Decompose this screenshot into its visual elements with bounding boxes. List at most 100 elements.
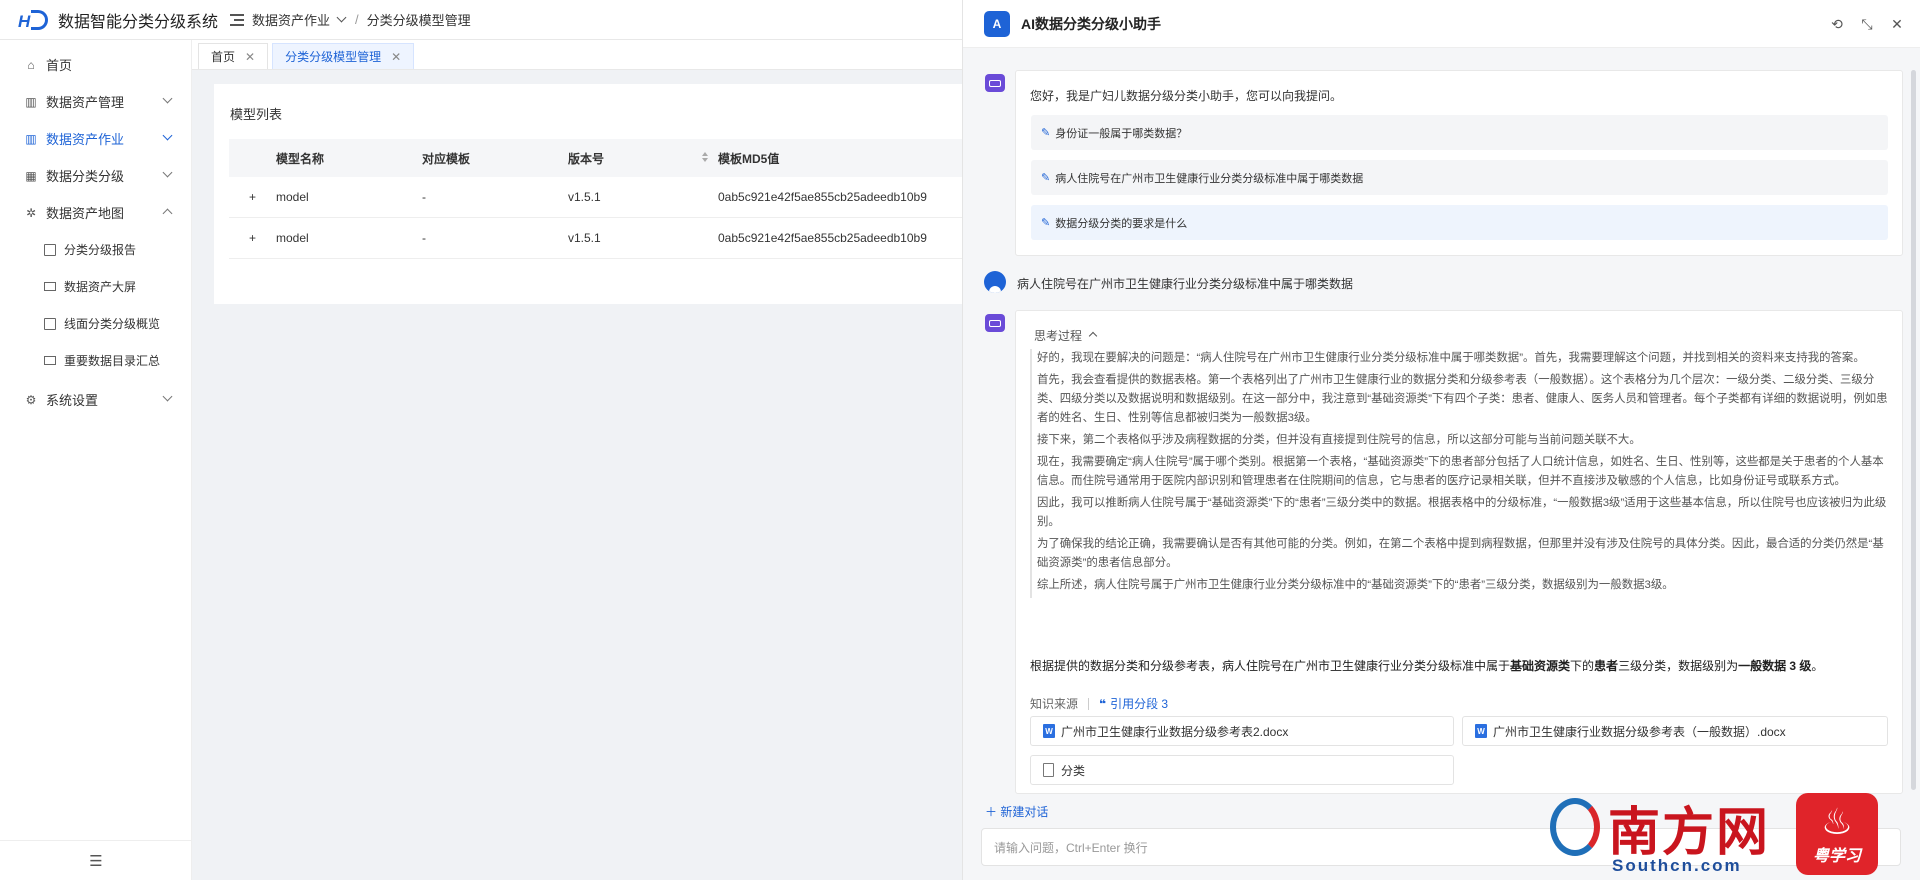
- table-row[interactable]: + model - v1.5.1 0ab5c921e42f5ae855cb25a…: [229, 177, 962, 218]
- monitor-icon: [44, 356, 56, 365]
- suggestion-text: 数据分级分类的要求是什么: [1055, 217, 1188, 230]
- suggestion-text: 病人住院号在广州市卫生健康行业分类分级标准中属于哪类数据: [1055, 172, 1364, 185]
- history-icon[interactable]: ⟲: [1827, 14, 1847, 34]
- bot-avatar-icon: [985, 314, 1005, 332]
- menu-fold-icon[interactable]: [230, 13, 244, 26]
- assistant-avatar: A: [984, 10, 1010, 37]
- gear-icon: ⚙: [25, 392, 37, 407]
- source-document[interactable]: W 广州市卫生健康行业数据分级参考表2.docx: [1030, 716, 1454, 746]
- expand-row-button[interactable]: +: [229, 190, 276, 204]
- source-document[interactable]: W 广州市卫生健康行业数据分级参考表（一般数据）.docx: [1462, 716, 1888, 746]
- sidebar-item-label: 数据分类分级: [46, 169, 125, 184]
- assistant-title: AI数据分类分级小助手: [1021, 15, 1161, 32]
- sidebar-item-label: 数据资产管理: [46, 95, 125, 110]
- scrollbar[interactable]: [1911, 70, 1916, 790]
- breadcrumb-separator: /: [355, 12, 359, 27]
- file-icon: [1043, 763, 1054, 777]
- tab-model-management[interactable]: 分类分级模型管理 ✕: [272, 43, 415, 69]
- cite-link[interactable]: 引用分段 3: [1110, 695, 1168, 712]
- word-file-icon: W: [1475, 724, 1487, 738]
- minimize-icon[interactable]: ⤡: [1857, 14, 1877, 34]
- source-document[interactable]: 分类: [1030, 755, 1454, 785]
- answer-part: 三级分类，数据级别为: [1618, 659, 1739, 673]
- answer-bold: 基础资源类: [1510, 659, 1571, 673]
- sidebar-item-classification[interactable]: ▦ 数据分类分级: [0, 157, 191, 194]
- quote-icon: ❝: [1099, 696, 1107, 711]
- thinking-paragraph: 综上所述，病人住院号属于广州市卫生健康行业分类分级标准中的“基础资源类”下的“患…: [1037, 579, 1674, 591]
- greeting-card: 您好，我是广妇儿数据分级分类小助手，您可以向我提问。 ✎ 身份证一般属于哪类数据…: [1015, 70, 1903, 256]
- badge-text: 粤学习: [1812, 848, 1861, 865]
- answer-part: 根据提供的数据分类和分级参考表，病人住院号在广州市卫生健康行业分类分级标准中属于: [1030, 659, 1511, 673]
- chevron-up-icon: [1089, 331, 1098, 341]
- logo[interactable]: H 数据智能分类分级系统: [0, 8, 230, 32]
- suggestion-item[interactable]: ✎ 病人住院号在广州市卫生健康行业分类分级标准中属于哪类数据: [1031, 160, 1888, 195]
- grid-icon: ▦: [25, 168, 37, 183]
- home-icon: ⌂: [27, 57, 35, 72]
- close-icon[interactable]: ✕: [391, 50, 401, 64]
- menu-collapse-icon: ☰: [89, 852, 103, 870]
- suggestion-item[interactable]: ✎ 身份证一般属于哪类数据？: [1031, 115, 1888, 150]
- thinking-paragraph: 接下来，第二个表格似乎涉及病程数据的分类，但并没有直接提到住院号的信息，所以这部…: [1037, 434, 1641, 446]
- document-icon: [44, 317, 56, 330]
- sidebar-subitem-label: 数据资产大屏: [64, 280, 137, 294]
- new-chat-button[interactable]: ＋ 新建对话: [985, 803, 1048, 820]
- close-icon[interactable]: ✕: [245, 50, 255, 64]
- page-tabs: 首页 ✕ 分类分级模型管理 ✕: [192, 40, 962, 70]
- answer-text: 根据提供的数据分类和分级参考表，病人住院号在广州市卫生健康行业分类分级标准中属于…: [1030, 657, 1890, 674]
- table-header-cell[interactable]: 版本号: [568, 150, 718, 167]
- sidebar-subitem-report[interactable]: 分类分级报告: [0, 231, 191, 268]
- thinking-content: 好的，我现在要解决的问题是：“病人住院号在广州市卫生健康行业分类分级标准中属于哪…: [1030, 349, 1888, 598]
- pen-icon: ✎: [1041, 172, 1051, 184]
- model-table: 模型名称 对应模板 版本号 模板MD5值 + model - v1.5.1 0a…: [229, 139, 962, 259]
- table-cell: model: [276, 231, 309, 245]
- thinking-toggle[interactable]: 思考过程: [1034, 327, 1098, 344]
- sidebar-item-asset-map[interactable]: ✲ 数据资产地图: [0, 194, 191, 231]
- document-name: 分类: [1061, 763, 1086, 778]
- chevron-down-icon: [162, 93, 173, 104]
- table-cell: v1.5.1: [568, 231, 601, 245]
- sidebar-item-label: 系统设置: [46, 393, 99, 408]
- chevron-down-icon[interactable]: [336, 12, 347, 23]
- input-placeholder: 请输入问题，Ctrl+Enter 换行: [994, 840, 1148, 855]
- close-icon[interactable]: ✕: [1887, 14, 1907, 34]
- answer-bold: 一般数据 3 级: [1738, 659, 1812, 673]
- sidebar-item-label: 首页: [46, 58, 73, 73]
- sidebar-item-home[interactable]: ⌂ 首页: [0, 46, 191, 83]
- sidebar-item-asset-management[interactable]: ▥ 数据资产管理: [0, 83, 191, 120]
- network-icon: ✲: [25, 205, 37, 220]
- thinking-paragraph: 首先，我会查看提供的数据表格。第一个表格列出了广州市卫生健康行业的数据分类和分级…: [1037, 374, 1888, 424]
- sidebar-item-settings[interactable]: ⚙ 系统设置: [0, 381, 191, 418]
- thinking-title: 思考过程: [1034, 329, 1083, 343]
- user-avatar-icon: [984, 271, 1006, 293]
- sidebar-item-label: 数据资产地图: [46, 206, 125, 221]
- table-header-cell: 对应模板: [422, 151, 471, 166]
- expand-row-button[interactable]: +: [229, 231, 276, 245]
- sidebar-subitem-catalog[interactable]: 重要数据目录汇总: [0, 342, 191, 379]
- table-header-cell: 模型名称: [276, 151, 325, 166]
- tab-label: 分类分级模型管理: [285, 50, 382, 64]
- table-row[interactable]: + model - v1.5.1 0ab5c921e42f5ae855cb25a…: [229, 218, 962, 259]
- sidebar-subitem-overview[interactable]: 线面分类分级概览: [0, 305, 191, 342]
- document-name: 广州市卫生健康行业数据分级参考表（一般数据）.docx: [1493, 724, 1786, 739]
- sidebar-item-asset-operation[interactable]: ▥ 数据资产作业: [0, 120, 191, 157]
- thinking-paragraph: 因此，我可以推断病人住院号属于“基础资源类”下的“患者”三级分类中的数据。根据表…: [1037, 497, 1887, 528]
- app-title: 数据智能分类分级系统: [58, 13, 219, 31]
- breadcrumb: 数据资产作业 / 分类分级模型管理: [230, 10, 471, 29]
- word-file-icon: W: [1043, 724, 1055, 738]
- sort-icon[interactable]: [702, 151, 708, 163]
- suggestion-item[interactable]: ✎ 数据分级分类的要求是什么: [1031, 205, 1888, 240]
- thinking-paragraph: 现在，我需要确定“病人住院号”属于哪个类别。根据第一个表格，“基础资源类”下的患…: [1037, 456, 1884, 487]
- new-chat-label: 新建对话: [1000, 805, 1049, 819]
- assistant-toolbar: ⟲ ⤡ ✕: [1817, 14, 1907, 34]
- chevron-down-icon: [162, 167, 173, 178]
- sidebar-subitem-dashboard[interactable]: 数据资产大屏: [0, 268, 191, 305]
- table-cell: v1.5.1: [568, 190, 601, 204]
- card-title: 模型列表: [230, 107, 283, 122]
- watermark-name: 南方网: [1608, 802, 1771, 863]
- chevron-down-icon: [162, 391, 173, 402]
- sidebar-collapse-button[interactable]: ☰: [0, 840, 192, 880]
- breadcrumb-item[interactable]: 数据资产作业: [252, 10, 330, 29]
- badge-icon: ♨: [1820, 801, 1854, 842]
- tab-home[interactable]: 首页 ✕: [198, 43, 269, 69]
- ai-assistant-panel: A AI数据分类分级小助手 ⟲ ⤡ ✕ 您好，我是广妇儿数据分级分类小助手，您可…: [962, 0, 1920, 880]
